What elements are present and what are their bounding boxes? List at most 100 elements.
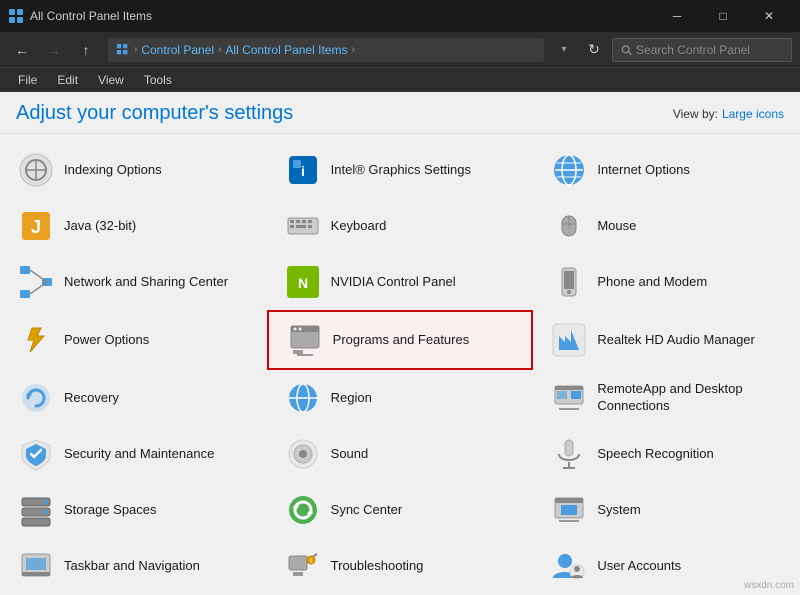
search-input[interactable] [636, 43, 783, 57]
list-item[interactable]: Storage Spaces [0, 482, 267, 538]
remoteapp-icon [549, 378, 589, 418]
list-item[interactable]: Sound [267, 426, 534, 482]
useraccount-icon [549, 546, 589, 586]
trouble-label: Troubleshooting [331, 558, 424, 575]
menu-bar: File Edit View Tools [0, 68, 800, 92]
useraccount-label: User Accounts [597, 558, 681, 575]
sync-label: Sync Center [331, 502, 403, 519]
content-header: Adjust your computer's settings View by:… [0, 92, 800, 134]
search-box [612, 38, 792, 62]
taskbar-label: Taskbar and Navigation [64, 558, 200, 575]
list-item[interactable]: Internet Options [533, 142, 800, 198]
region-icon [283, 378, 323, 418]
keyboard-icon [283, 206, 323, 246]
list-item[interactable]: ! Troubleshooting [267, 538, 534, 594]
svg-text:J: J [31, 217, 41, 237]
list-item[interactable]: Security and Maintenance [0, 426, 267, 482]
list-item[interactable]: Taskbar and Navigation [0, 538, 267, 594]
list-item[interactable]: System [533, 482, 800, 538]
minimize-button[interactable]: ─ [654, 0, 700, 32]
close-button[interactable]: ✕ [746, 0, 792, 32]
menu-tools[interactable]: Tools [134, 68, 182, 92]
list-item[interactable]: N NVIDIA Control Panel [267, 254, 534, 310]
window-title: All Control Panel Items [30, 9, 152, 23]
network-label: Network and Sharing Center [64, 274, 228, 291]
region-label: Region [331, 390, 372, 407]
programs-icon [285, 320, 325, 360]
list-item[interactable]: Power Options [0, 310, 267, 370]
nvidia-icon: N [283, 262, 323, 302]
view-by: View by: Large icons [673, 107, 784, 121]
breadcrumb-icon [116, 43, 130, 57]
breadcrumb: › Control Panel › All Control Panel Item… [108, 38, 544, 62]
menu-edit[interactable]: Edit [47, 68, 88, 92]
svg-text:N: N [298, 275, 308, 291]
list-item[interactable]: RemoteApp and Desktop Connections [533, 370, 800, 426]
realtek-icon [549, 320, 589, 360]
power-label: Power Options [64, 332, 149, 349]
remoteapp-label: RemoteApp and Desktop Connections [597, 381, 784, 415]
internet-icon [549, 150, 589, 190]
list-item[interactable]: i Intel® Graphics Settings [267, 142, 534, 198]
menu-file[interactable]: File [8, 68, 47, 92]
list-item[interactable]: J Java (32-bit) [0, 198, 267, 254]
back-button[interactable]: ← [8, 36, 36, 64]
title-bar-controls: ─ □ ✕ [654, 0, 792, 32]
list-item[interactable]: Keyboard [267, 198, 534, 254]
content-area: Adjust your computer's settings View by:… [0, 92, 800, 595]
view-by-label: View by: [673, 107, 718, 121]
storage-icon [16, 490, 56, 530]
intel-label: Intel® Graphics Settings [331, 162, 471, 179]
menu-view[interactable]: View [88, 68, 134, 92]
system-icon [549, 490, 589, 530]
recovery-label: Recovery [64, 390, 119, 407]
list-item[interactable]: Sync Center [267, 482, 534, 538]
up-button[interactable]: ↑ [72, 36, 100, 64]
nvidia-label: NVIDIA Control Panel [331, 274, 456, 291]
page-title: Adjust your computer's settings [16, 102, 293, 125]
indexing-icon [16, 150, 56, 190]
watermark: wsxdn.com [744, 580, 794, 591]
sound-icon [283, 434, 323, 474]
system-label: System [597, 502, 640, 519]
view-by-option[interactable]: Large icons [722, 107, 784, 121]
dropdown-button[interactable]: ▾ [552, 38, 576, 62]
list-item[interactable]: Indexing Options [0, 142, 267, 198]
network-icon [16, 262, 56, 302]
forward-button[interactable]: → [40, 36, 68, 64]
breadcrumb-arrow2: › [218, 44, 221, 55]
keyboard-label: Keyboard [331, 218, 387, 235]
security-icon [16, 434, 56, 474]
list-item[interactable]: Programs and Features [267, 310, 534, 370]
indexing-label: Indexing Options [64, 162, 162, 179]
java-label: Java (32-bit) [64, 218, 136, 235]
maximize-button[interactable]: □ [700, 0, 746, 32]
title-bar-left: All Control Panel Items [8, 8, 152, 24]
security-label: Security and Maintenance [64, 446, 214, 463]
trouble-icon: ! [283, 546, 323, 586]
list-item[interactable]: Realtek HD Audio Manager [533, 310, 800, 370]
list-item[interactable]: Speech Recognition [533, 426, 800, 482]
breadcrumb-arrow1: › [134, 44, 137, 55]
phone-icon [549, 262, 589, 302]
internet-label: Internet Options [597, 162, 690, 179]
taskbar-icon [16, 546, 56, 586]
programs-label: Programs and Features [333, 332, 470, 349]
refresh-button[interactable]: ↻ [580, 36, 608, 64]
list-item[interactable]: Region [267, 370, 534, 426]
intel-icon: i [283, 150, 323, 190]
list-item[interactable]: Recovery [0, 370, 267, 426]
list-item[interactable]: Mouse [533, 198, 800, 254]
nav-right: ▾ ↻ [552, 36, 792, 64]
items-grid: Indexing Options i Intel® Graphics Setti… [0, 142, 800, 595]
breadcrumb-control-panel[interactable]: Control Panel [141, 43, 214, 57]
control-panel-icon [8, 8, 24, 24]
realtek-label: Realtek HD Audio Manager [597, 332, 755, 349]
recovery-icon [16, 378, 56, 418]
breadcrumb-all-items[interactable]: All Control Panel Items [225, 43, 347, 57]
search-icon [621, 44, 632, 56]
power-icon [16, 320, 56, 360]
mouse-label: Mouse [597, 218, 636, 235]
list-item[interactable]: Phone and Modem [533, 254, 800, 310]
list-item[interactable]: Network and Sharing Center [0, 254, 267, 310]
